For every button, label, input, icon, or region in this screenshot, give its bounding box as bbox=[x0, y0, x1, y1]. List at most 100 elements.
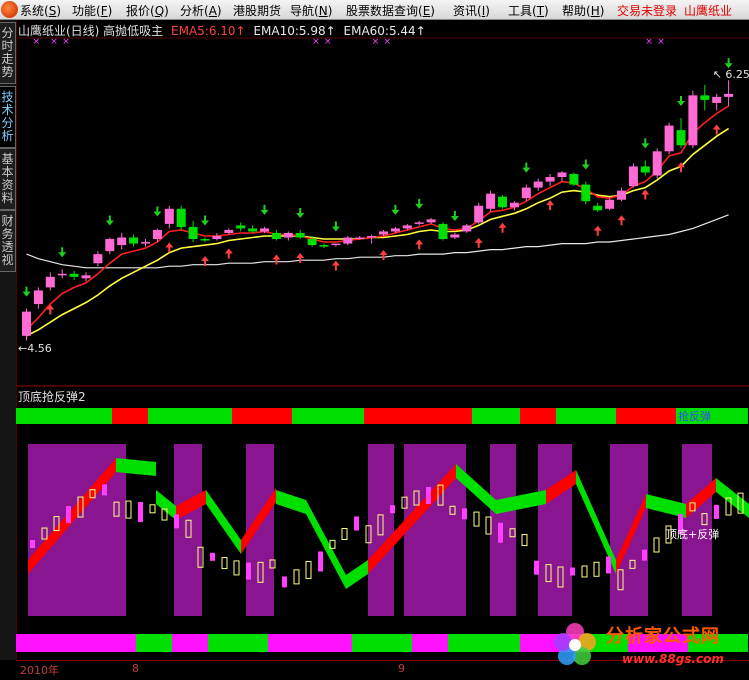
top-signal-band-cell bbox=[484, 408, 496, 424]
candle-body bbox=[164, 208, 174, 224]
bottom-signal-band-cell bbox=[412, 634, 424, 652]
menu-help[interactable]: 帮助(H) bbox=[562, 2, 604, 19]
main-chart-title: 山鹰纸业(日线) 高抛低吸主 EMA5:6.10↑ EMA10:5.98↑ EM… bbox=[18, 22, 426, 39]
top-signal-band-cell bbox=[460, 408, 472, 424]
indicator-brick bbox=[174, 514, 179, 529]
indicator-brick bbox=[210, 552, 215, 561]
indicator-brick bbox=[233, 560, 240, 576]
menu-news[interactable]: 资讯(I) bbox=[453, 2, 490, 19]
bottom-signal-band-cell bbox=[52, 634, 64, 652]
candle-body bbox=[295, 232, 305, 238]
top-signal-band-cell bbox=[136, 408, 148, 424]
tab-basic-info[interactable]: 基本资料 bbox=[0, 148, 16, 210]
sub-chart-title: 顶底抢反弹2 bbox=[18, 390, 86, 404]
bottom-signal-band-cell bbox=[76, 634, 88, 652]
sell-arrow-icon bbox=[260, 204, 269, 215]
top-signal-band-cell bbox=[172, 408, 184, 424]
candle-body bbox=[676, 130, 686, 146]
top-signal-band-cell bbox=[220, 408, 232, 424]
candle-body bbox=[33, 290, 43, 305]
side-tabs: 分时走势 技术分析 基本资料 财务透视 bbox=[0, 20, 16, 660]
bottom-signal-band-cell bbox=[124, 634, 136, 652]
tab-intraday[interactable]: 分时走势 bbox=[0, 22, 16, 84]
indicator-brick bbox=[714, 504, 719, 519]
candle-body bbox=[712, 96, 722, 103]
top-signal-band-cell bbox=[340, 408, 352, 424]
indicator-brick bbox=[66, 506, 71, 524]
date-month-8: 8 bbox=[132, 662, 139, 675]
candle-body bbox=[331, 243, 341, 246]
tab-technical-analysis[interactable]: 技术分析 bbox=[0, 86, 16, 148]
sell-arrow-icon bbox=[641, 138, 650, 149]
chart-canvas[interactable]: × × × × × × × ××↖ 6.25←4.56 抢反弹顶底+反弹 bbox=[16, 20, 749, 660]
indicator-brick bbox=[305, 560, 312, 579]
bottom-signal-band-cell bbox=[220, 634, 232, 652]
trend-ribbon bbox=[346, 560, 368, 589]
sell-arrow-icon bbox=[522, 162, 531, 173]
bottom-signal-band-cell bbox=[520, 634, 532, 652]
top-signal-band-cell bbox=[556, 408, 568, 424]
candle-body bbox=[379, 231, 388, 235]
candle-body bbox=[628, 166, 638, 187]
candle-body bbox=[200, 239, 210, 241]
top-signal-band-cell bbox=[100, 408, 112, 424]
candle-body bbox=[319, 245, 329, 247]
top-signal-band-cell bbox=[376, 408, 388, 424]
bottom-signal-band-cell bbox=[496, 634, 508, 652]
menu-stock-data-query[interactable]: 股票数据查询(E) bbox=[346, 2, 435, 19]
bottom-signal-band-cell bbox=[28, 634, 40, 652]
candle-body bbox=[212, 236, 222, 240]
candle-body bbox=[593, 205, 603, 211]
candle-body bbox=[367, 236, 377, 238]
candle-body bbox=[533, 181, 543, 188]
top-signal-band-cell bbox=[400, 408, 412, 424]
bottom-signal-band-cell bbox=[148, 634, 160, 652]
top-signal-band-cell bbox=[304, 408, 316, 424]
top-signal-band-cell bbox=[196, 408, 208, 424]
trade-login-status[interactable]: 交易未登录 bbox=[617, 2, 677, 19]
candle-body bbox=[271, 232, 281, 240]
candle-body bbox=[224, 229, 234, 233]
candle-body bbox=[176, 208, 186, 227]
menu-analysis[interactable]: 分析(A) bbox=[180, 2, 222, 19]
candle-body bbox=[355, 237, 365, 240]
menu-tools[interactable]: 工具(T) bbox=[508, 2, 549, 19]
indicator-brick bbox=[341, 528, 348, 541]
bottom-signal-band-cell bbox=[340, 634, 352, 652]
menu-quote[interactable]: 报价(Q) bbox=[126, 2, 169, 19]
top-signal-band-cell bbox=[16, 408, 28, 424]
bottom-signal-band-cell bbox=[196, 634, 208, 652]
sell-arrow-icon bbox=[296, 207, 305, 218]
menu-hk-futures[interactable]: 港股期货 bbox=[233, 2, 281, 19]
candle-body bbox=[474, 205, 484, 223]
top-signal-band-cell bbox=[544, 408, 556, 424]
menu-navigation[interactable]: 导航(N) bbox=[290, 2, 332, 19]
top-signal-band-cell bbox=[592, 408, 604, 424]
tab-financials[interactable]: 财务透视 bbox=[0, 210, 16, 272]
top-signal-band-cell bbox=[640, 408, 652, 424]
sell-arrow-icon bbox=[22, 286, 31, 297]
ema5-value: EMA5:6.10↑ bbox=[171, 24, 246, 38]
bottom-signal-band-cell bbox=[292, 634, 304, 652]
bottom-signal-band-cell bbox=[232, 634, 244, 652]
app-logo-icon[interactable] bbox=[1, 1, 18, 18]
bottom-signal-band-cell bbox=[160, 634, 172, 652]
ema10-line bbox=[26, 127, 730, 337]
menu-function[interactable]: 功能(F) bbox=[72, 2, 112, 19]
buy-arrow-icon bbox=[46, 304, 55, 315]
top-signal-band-cell bbox=[40, 408, 52, 424]
bottom-signal-band-cell bbox=[424, 634, 436, 652]
indicator-brick bbox=[581, 565, 588, 578]
top-signal-band-cell bbox=[424, 408, 436, 424]
menu-system[interactable]: 系统(S) bbox=[20, 2, 61, 19]
sell-arrow-icon bbox=[105, 215, 114, 226]
buy-arrow-icon bbox=[331, 260, 340, 271]
top-signal-band-cell bbox=[76, 408, 88, 424]
chart-area[interactable]: × × × × × × × × × ↖ 6.25 ←4.56 抢反弹 顶底+反弹 山鹰纸业(日线) 高… bbox=[16, 20, 749, 660]
candle-body bbox=[462, 225, 472, 232]
candle-body bbox=[700, 95, 710, 100]
signal-star: × bbox=[645, 37, 653, 47]
bottom-signal-band-cell bbox=[304, 634, 316, 652]
indicator-brick bbox=[318, 551, 323, 572]
candle-body bbox=[545, 177, 555, 182]
